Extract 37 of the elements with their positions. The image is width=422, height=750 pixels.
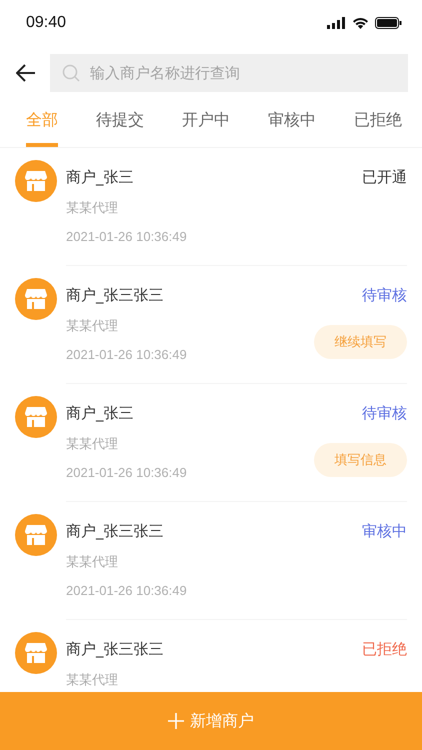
filter-tab[interactable]: 审核中 [268,110,316,147]
agent-name: 某某代理 [66,200,119,217]
store-icon [24,642,48,664]
search-icon [62,64,80,82]
agent-name: 某某代理 [66,672,119,689]
merchant-name: 商户_张三张三 [66,522,164,541]
merchant-name: 商户_张三 [66,168,134,187]
merchant-name: 商户_张三 [66,404,134,423]
merchant-status: 待审核 [362,404,407,423]
store-icon [24,406,48,428]
signal-icon [327,17,346,29]
search-bar[interactable]: 输入商户名称进行查询 [50,54,408,92]
merchant-status: 审核中 [362,522,407,541]
merchant-status: 已开通 [362,168,407,187]
merchant-status: 待审核 [362,286,407,305]
store-icon [24,170,48,192]
search-field[interactable]: 输入商户名称进行查询 [88,63,396,83]
battery-icon [375,17,402,29]
merchant-name: 商户_张三张三 [66,640,164,659]
created-time: 2021-01-26 10:36:49 [66,465,188,480]
created-time: 2021-01-26 10:36:49 [66,229,188,244]
created-time: 2021-01-26 10:36:49 [66,347,188,362]
filter-tab[interactable]: 待提交 [96,110,144,147]
agent-name: 某某代理 [66,318,119,335]
filter-tab[interactable]: 已拒绝 [354,110,402,147]
store-icon [24,524,48,546]
status-time: 09:40 [26,14,66,32]
merchant-name: 商户_张三张三 [66,286,164,305]
merchant-status: 已拒绝 [362,640,407,659]
wifi-icon [352,17,369,29]
agent-name: 某某代理 [66,554,119,571]
plus-icon [168,713,184,729]
back-icon[interactable] [16,64,36,82]
agent-name: 某某代理 [66,436,119,453]
created-time: 2021-01-26 10:36:49 [66,583,188,598]
store-icon [24,288,48,310]
filter-tab[interactable]: 开户中 [182,110,230,147]
